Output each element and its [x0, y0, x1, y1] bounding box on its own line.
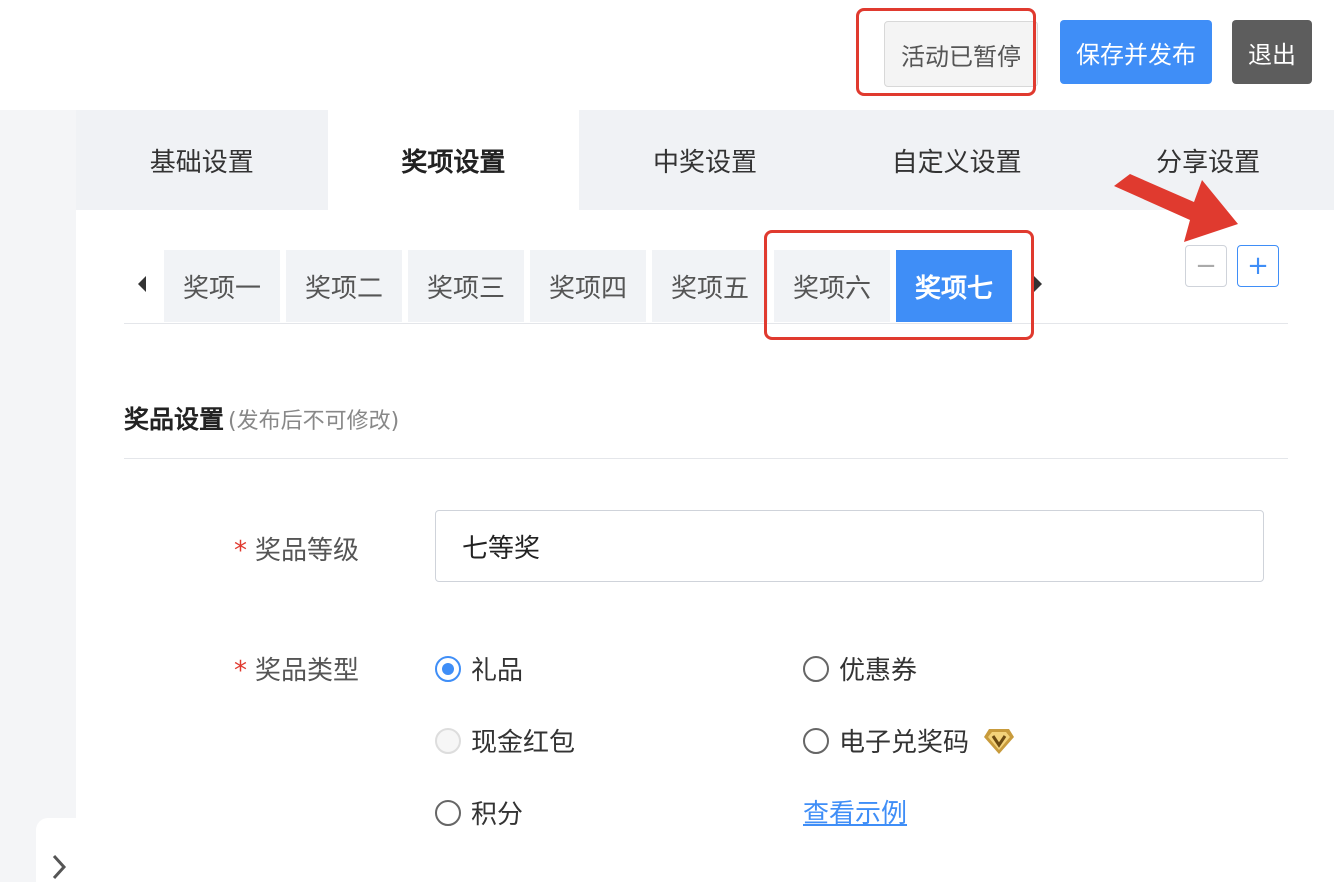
radio-checked-icon: [435, 655, 461, 682]
section-title: 奖品设置 (发布后不可修改): [124, 400, 399, 436]
prize-type-label-text: 奖品类型: [255, 656, 360, 686]
section-divider: [124, 458, 1288, 459]
radio-label: 礼品: [471, 656, 524, 686]
prize-level-label: * 奖品等级: [234, 530, 359, 567]
tab-award-settings[interactable]: 奖项设置: [327, 110, 580, 210]
prize-type-cash-radio[interactable]: 现金红包: [435, 722, 575, 759]
prize-level-input[interactable]: [435, 510, 1264, 582]
prize-type-gift-radio[interactable]: 礼品: [435, 650, 523, 687]
award-tab-2[interactable]: 奖项二: [286, 250, 402, 322]
radio-unchecked-icon: [803, 655, 829, 682]
exit-button[interactable]: 退出: [1232, 20, 1312, 84]
caret-right-icon[interactable]: [1032, 274, 1048, 298]
prize-type-coupon-radio[interactable]: 优惠券: [803, 650, 917, 687]
top-bar: 活动已暂停 保存并发布 退出: [0, 0, 1334, 110]
radio-unchecked-icon: [803, 727, 829, 754]
award-tab-3[interactable]: 奖项三: [408, 250, 524, 322]
red-arrow-annotation: [1114, 174, 1238, 242]
award-tab-1[interactable]: 奖项一: [164, 250, 280, 322]
tab-basic-settings[interactable]: 基础设置: [76, 110, 328, 210]
award-tab-7[interactable]: 奖项七: [896, 250, 1012, 322]
vip-diamond-icon: [984, 728, 1015, 754]
radio-label: 电子兑奖码: [839, 728, 970, 758]
prize-type-code-radio[interactable]: 电子兑奖码: [803, 722, 1015, 759]
award-tab-5[interactable]: 奖项五: [652, 250, 768, 322]
required-mark: *: [234, 656, 247, 686]
left-sidebar-strip: [0, 110, 76, 882]
caret-left-icon[interactable]: [136, 274, 152, 298]
award-tab-6[interactable]: 奖项六: [774, 250, 890, 322]
radio-disabled-icon: [435, 727, 461, 754]
radio-label: 现金红包: [471, 728, 576, 758]
award-tab-4[interactable]: 奖项四: [530, 250, 646, 322]
required-mark: *: [234, 536, 247, 566]
activity-paused-button[interactable]: 活动已暂停: [884, 21, 1038, 87]
radio-label: 积分: [471, 800, 524, 830]
section-title-text: 奖品设置: [124, 405, 225, 434]
remove-award-button[interactable]: −: [1185, 245, 1227, 287]
prize-type-points-radio[interactable]: 积分: [435, 794, 523, 831]
view-example-link[interactable]: 查看示例: [803, 793, 907, 830]
radio-label: 优惠券: [839, 656, 918, 686]
tab-custom-settings[interactable]: 自定义设置: [831, 110, 1083, 210]
radio-unchecked-icon: [435, 799, 461, 826]
add-award-button[interactable]: +: [1237, 245, 1279, 287]
prize-level-label-text: 奖品等级: [255, 536, 360, 566]
chevron-right-icon[interactable]: [48, 852, 70, 882]
tab-winning-settings[interactable]: 中奖设置: [579, 110, 831, 210]
section-note: (发布后不可修改): [228, 409, 400, 434]
save-and-publish-button[interactable]: 保存并发布: [1060, 20, 1212, 84]
prize-type-label: * 奖品类型: [234, 650, 359, 687]
